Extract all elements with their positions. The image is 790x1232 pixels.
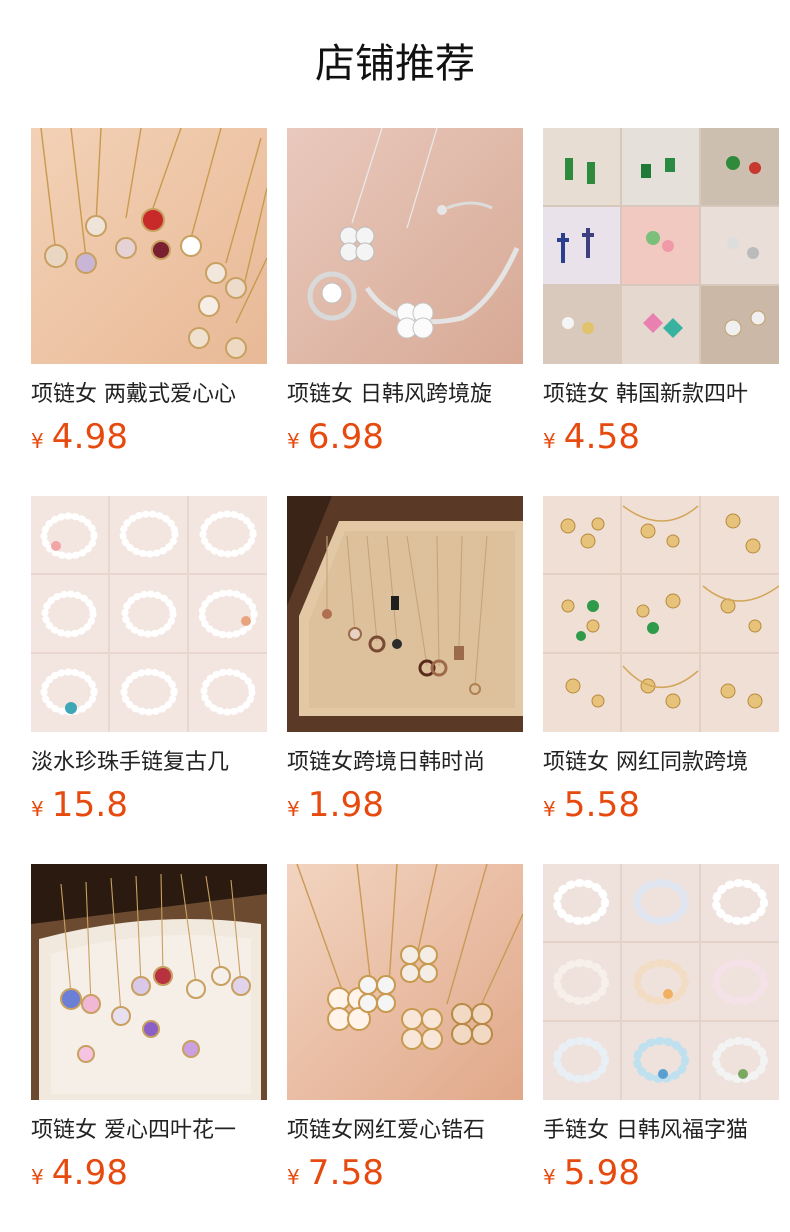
heart-zircon-necklaces-image[interactable] (287, 864, 523, 1100)
page-title: 店铺推荐 (315, 41, 475, 87)
price-value: 4.98 (51, 417, 129, 457)
product-price: ¥ 4.58 (543, 418, 779, 460)
product-price: ¥ 6.98 (287, 418, 523, 460)
price-value: 4.58 (563, 417, 641, 457)
price-value: 5.58 (563, 785, 641, 825)
product-title[interactable]: 项链女 韩国新款四叶 (543, 380, 779, 410)
price-value: 7.58 (307, 1153, 385, 1193)
currency-symbol: ¥ (31, 429, 44, 453)
product-title[interactable]: 项链女 日韩风跨境旋 (287, 380, 523, 410)
product-card[interactable]: 项链女 日韩风跨境旋 ¥ 6.98 (287, 128, 523, 496)
product-card[interactable]: 项链女 韩国新款四叶 ¥ 4.58 (543, 128, 779, 496)
currency-symbol: ¥ (287, 429, 300, 453)
product-price: ¥ 5.98 (543, 1154, 779, 1196)
product-price: ¥ 4.98 (31, 418, 267, 460)
product-card[interactable]: 项链女 爱心四叶花一 ¥ 4.98 (31, 864, 267, 1232)
price-value: 4.98 (51, 1153, 129, 1193)
price-value: 1.98 (307, 785, 385, 825)
price-value: 6.98 (307, 417, 385, 457)
product-card[interactable]: 项链女 网红同款跨境 ¥ 5.58 (543, 496, 779, 864)
silver-clover-jewelry-set-image[interactable] (287, 128, 523, 364)
product-card[interactable]: 项链女 两戴式爱心心 ¥ 4.98 (31, 128, 267, 496)
product-title[interactable]: 淡水珍珠手链复古几 (31, 748, 267, 778)
price-value: 5.98 (563, 1153, 641, 1193)
product-title[interactable]: 项链女网红爱心锆石 (287, 1116, 523, 1146)
necklace-collage-image[interactable] (543, 128, 779, 364)
pendant-display-tray-image[interactable] (287, 496, 523, 732)
price-value: 15.8 (51, 785, 129, 825)
product-price: ¥ 7.58 (287, 1154, 523, 1196)
currency-symbol: ¥ (31, 797, 44, 821)
currency-symbol: ¥ (287, 1165, 300, 1189)
product-price: ¥ 15.8 (31, 786, 267, 828)
product-title[interactable]: 项链女 两戴式爱心心 (31, 380, 267, 410)
currency-symbol: ¥ (543, 429, 556, 453)
product-card[interactable]: 项链女网红爱心锆石 ¥ 7.58 (287, 864, 523, 1232)
currency-symbol: ¥ (31, 1165, 44, 1189)
crystal-bracelet-collage-image[interactable] (543, 864, 779, 1100)
currency-symbol: ¥ (287, 797, 300, 821)
gold-four-leaf-necklaces-image[interactable] (31, 128, 267, 364)
pearl-bracelet-collage-image[interactable] (31, 496, 267, 732)
product-title[interactable]: 项链女 爱心四叶花一 (31, 1116, 267, 1146)
product-title[interactable]: 项链女 网红同款跨境 (543, 748, 779, 778)
heart-clover-necklace-display-image[interactable] (31, 864, 267, 1100)
gold-jewelry-collage-image[interactable] (543, 496, 779, 732)
product-card[interactable]: 淡水珍珠手链复古几 ¥ 15.8 (31, 496, 267, 864)
product-card[interactable]: 手链女 日韩风福字猫 ¥ 5.98 (543, 864, 779, 1232)
product-card[interactable]: 项链女跨境日韩时尚 ¥ 1.98 (287, 496, 523, 864)
product-title[interactable]: 项链女跨境日韩时尚 (287, 748, 523, 778)
product-price: ¥ 5.58 (543, 786, 779, 828)
currency-symbol: ¥ (543, 797, 556, 821)
product-title[interactable]: 手链女 日韩风福字猫 (543, 1116, 779, 1146)
currency-symbol: ¥ (543, 1165, 556, 1189)
product-grid: 项链女 两戴式爱心心 ¥ 4.98 项链女 日韩风跨境旋 ¥ 6.98 项链女 … (31, 128, 790, 1232)
product-price: ¥ 4.98 (31, 1154, 267, 1196)
product-price: ¥ 1.98 (287, 786, 523, 828)
